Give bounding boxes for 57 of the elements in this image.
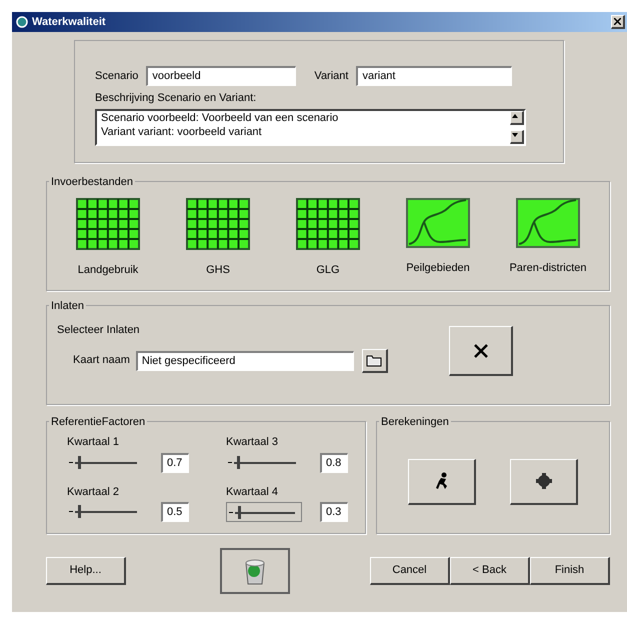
- slider-label: Kwartaal 1: [67, 435, 120, 450]
- scroll-up-button[interactable]: [510, 110, 524, 124]
- slider-label: Kwartaal 2: [67, 484, 120, 500]
- factor-value-field[interactable]: 0.8: [320, 452, 348, 472]
- field-label: Beschrijving Scenario en Variant:: [95, 91, 258, 106]
- field-label: Variant: [314, 68, 348, 84]
- field-label: Scenario: [95, 68, 138, 84]
- recycle-button[interactable]: [220, 548, 290, 594]
- slider-thumb[interactable]: [238, 506, 241, 519]
- app-icon: [16, 16, 28, 28]
- description-line: Scenario voorbeeld: Voorbeeld van een scenario: [101, 110, 340, 124]
- gear-icon: [536, 473, 552, 489]
- slider-thumb[interactable]: [78, 456, 81, 468]
- down-arrow-icon: [511, 130, 519, 138]
- variant-field[interactable]: variant: [356, 66, 512, 86]
- slider[interactable]: [226, 502, 302, 522]
- slider-label: Kwartaal 4: [226, 484, 279, 500]
- folder-icon: [366, 353, 382, 367]
- back-button[interactable]: < Back: [450, 557, 530, 585]
- grid-map-icon: [76, 198, 140, 250]
- input-file-label: GLG: [316, 263, 340, 278]
- slider-thumb[interactable]: [236, 456, 240, 468]
- input-file-label: Landgebruik: [78, 263, 138, 278]
- cross-icon: [474, 344, 488, 358]
- window-title: Waterkwaliteit: [32, 14, 106, 30]
- results-button[interactable]: [510, 458, 578, 504]
- browse-button[interactable]: [362, 348, 388, 372]
- map-name-field[interactable]: Niet gespecificeerd: [136, 350, 354, 370]
- close-button[interactable]: [611, 15, 625, 29]
- field-label: Kaart naam: [73, 353, 130, 368]
- close-icon: [614, 18, 621, 25]
- finish-button[interactable]: Finish: [530, 557, 610, 585]
- input-file-label: Peilgebieden: [406, 261, 470, 276]
- curve-chart-icon: [406, 198, 470, 248]
- scenario-field[interactable]: voorbeeld: [146, 66, 296, 86]
- grid-map-icon: [186, 198, 250, 250]
- slider-label: Kwartaal 3: [226, 435, 279, 450]
- clear-button[interactable]: [449, 326, 513, 376]
- factor-value-field[interactable]: 0.7: [161, 452, 189, 472]
- grid-map-icon: [296, 198, 360, 250]
- section-label: Selecteer Inlaten: [57, 323, 141, 338]
- input-file-label: Paren-districten: [509, 261, 587, 276]
- recycle-bin-icon: [243, 557, 267, 585]
- factor-value-field[interactable]: 0.5: [161, 502, 189, 522]
- scroll-down-button[interactable]: [510, 130, 524, 144]
- run-button[interactable]: [408, 458, 476, 504]
- cancel-button[interactable]: Cancel: [370, 557, 450, 585]
- help-button[interactable]: Help...: [46, 557, 126, 585]
- running-figure-icon: [434, 472, 448, 490]
- group-title: Berekeningen: [379, 414, 451, 430]
- description-box[interactable]: Scenario voorbeeld: Voorbeeld van een scenario Variant variant: voorbeeld variant: [95, 108, 526, 146]
- description-line: Variant variant: voorbeeld variant: [101, 124, 263, 138]
- up-arrow-icon: [511, 112, 519, 120]
- slider-thumb[interactable]: [78, 505, 81, 518]
- factor-value-field[interactable]: 0.3: [320, 502, 348, 522]
- input-file-label: GHS: [206, 263, 230, 278]
- curve-chart-icon: [516, 198, 580, 248]
